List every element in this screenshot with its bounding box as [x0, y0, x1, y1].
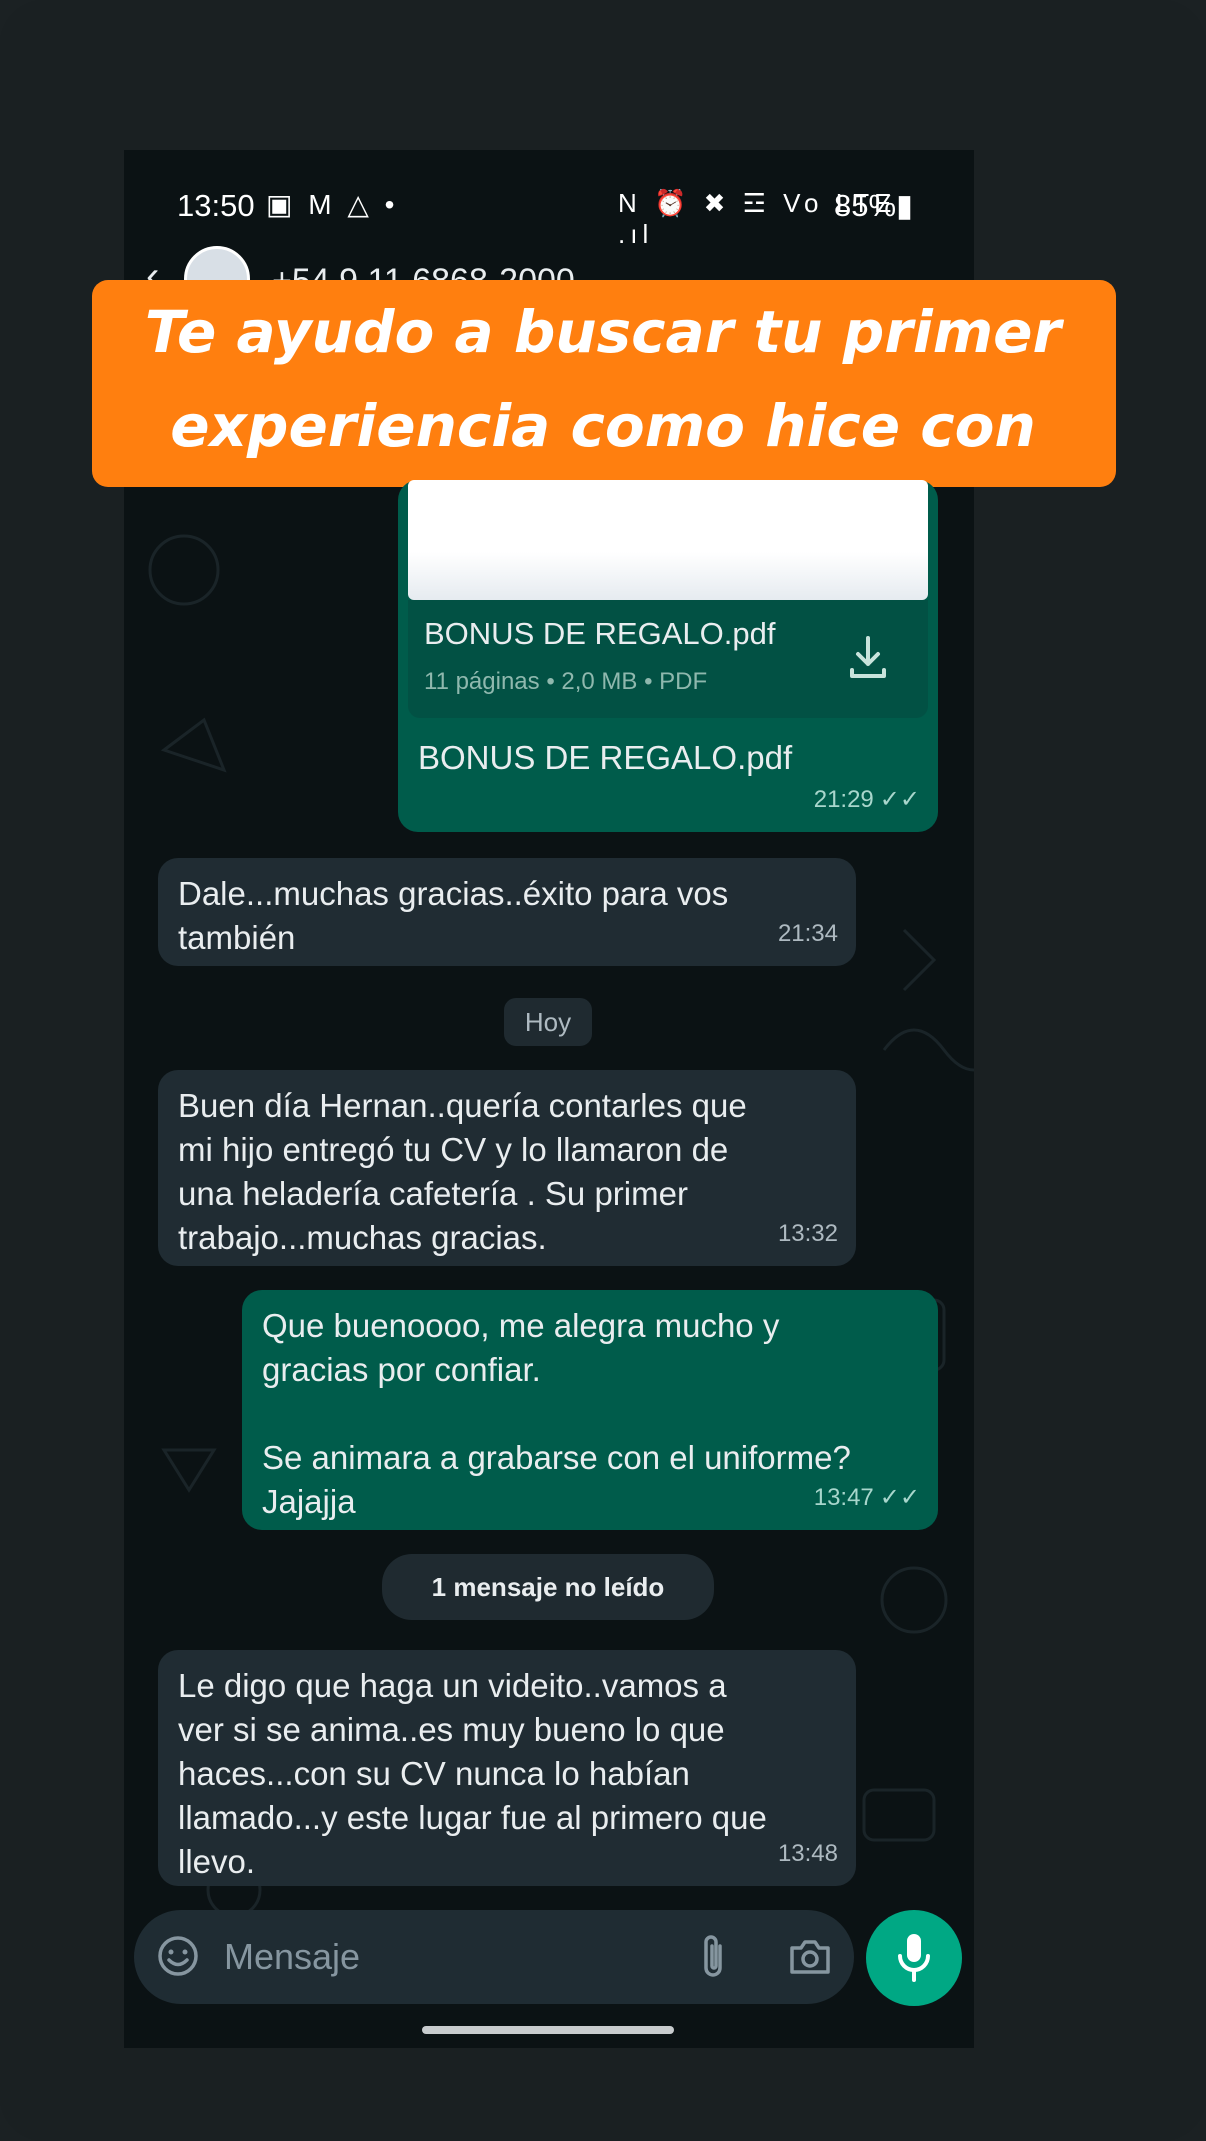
microphone-icon — [898, 1934, 930, 1982]
outgoing-document-message[interactable]: BONUS DE REGALO.pdf 11 páginas • 2,0 MB … — [398, 480, 938, 832]
message-text: Le digo que haga un videito..vamos a ver… — [178, 1667, 767, 1880]
pdf-attachment-card[interactable]: BONUS DE REGALO.pdf 11 páginas • 2,0 MB … — [408, 600, 928, 718]
incoming-message[interactable]: Dale...muchas gracias..éxito para vos ta… — [158, 858, 856, 966]
message-input[interactable]: Mensaje — [224, 1936, 360, 1978]
download-icon[interactable] — [846, 632, 890, 680]
notification-icons: ▣ M △ • — [266, 189, 399, 220]
camera-icon[interactable] — [788, 1934, 832, 1978]
message-text: Que buenoooo, me alegra mucho y gracias … — [262, 1307, 851, 1520]
incoming-message[interactable]: Le digo que haga un videito..vamos a ver… — [158, 1650, 856, 1886]
incoming-message[interactable]: Buen día Hernan..quería contarles que mi… — [158, 1070, 856, 1266]
emoji-icon[interactable] — [156, 1934, 200, 1978]
read-ticks-icon: ✓✓ — [879, 786, 920, 813]
message-time: 13:48 — [777, 1840, 838, 1867]
pdf-file-meta: 11 páginas • 2,0 MB • PDF — [424, 668, 708, 695]
day-separator: Hoy — [504, 998, 592, 1046]
paperclip-icon[interactable] — [696, 1932, 730, 1982]
message-text: Buen día Hernan..quería contarles que mi… — [178, 1087, 747, 1256]
message-composer[interactable]: Mensaje — [134, 1910, 854, 2004]
battery-indicator: 85%▮ — [834, 188, 914, 223]
unread-messages-banner: 1 mensaje no leído — [382, 1554, 714, 1620]
voice-message-button[interactable] — [866, 1910, 962, 2006]
pdf-file-name: BONUS DE REGALO.pdf — [424, 616, 776, 651]
message-text: Dale...muchas gracias..éxito para vos ta… — [178, 875, 729, 956]
home-indicator[interactable] — [422, 2026, 674, 2034]
message-caption: BONUS DE REGALO.pdf — [418, 739, 793, 776]
message-time: 21:34 — [777, 920, 838, 947]
pdf-preview-thumbnail[interactable] — [408, 480, 928, 600]
message-time: 13:47 ✓✓ — [813, 1484, 920, 1511]
status-bar: 13:50 ▣ M △ • N ⏰ ✖ ☲ Vo LTE .ıl 85%▮ — [124, 182, 924, 249]
status-time: 13:50 — [177, 188, 255, 223]
read-ticks-icon: ✓✓ — [879, 1484, 920, 1511]
outgoing-message[interactable]: Que buenoooo, me alegra mucho y gracias … — [242, 1290, 938, 1530]
promo-line-1: Te ayudo a buscar tu primer — [144, 298, 1062, 366]
message-time: 21:29 ✓✓ — [813, 786, 920, 813]
promo-line-2: experiencia como hice con — [170, 392, 1036, 460]
message-time: 13:32 — [777, 1220, 838, 1247]
